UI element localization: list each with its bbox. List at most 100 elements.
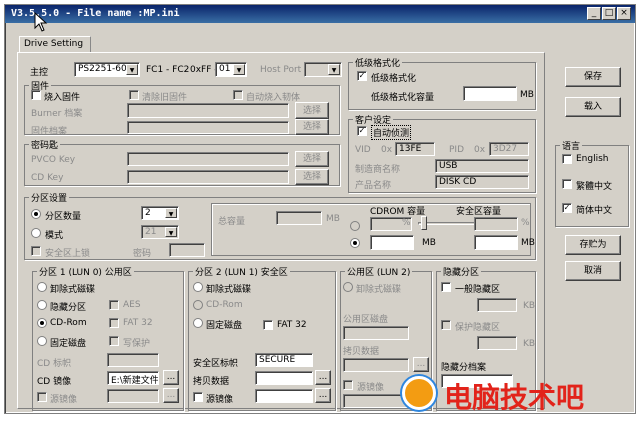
mode-select[interactable]: 21 ▼	[141, 225, 179, 239]
pub-removable-radio[interactable]	[343, 282, 353, 292]
pub-copy-data-field[interactable]	[343, 358, 409, 372]
partition-count-radio[interactable]	[31, 209, 41, 219]
burn-firmware-label: 烧入固件	[44, 93, 81, 103]
close-button[interactable]: ×	[617, 7, 631, 20]
vendor-field[interactable]: USB	[435, 159, 529, 173]
p1-source-image-browse-button[interactable]: ...	[163, 388, 179, 403]
p2-source-image-label: 源镜像	[206, 395, 234, 405]
p2-source-image-field[interactable]	[255, 389, 313, 403]
secure-mb-field[interactable]	[474, 235, 518, 250]
p2-cdrom-radio[interactable]	[193, 300, 203, 310]
tab-drive-setting[interactable]: Drive Setting	[19, 36, 91, 53]
burn-firmware-checkbox[interactable]	[31, 90, 41, 100]
p2-fat32-checkbox[interactable]	[263, 320, 273, 330]
save-button[interactable]: 保存	[565, 67, 621, 87]
protect-hidden-label: 保护隐藏区	[455, 323, 501, 333]
pvco-key-field[interactable]	[127, 152, 289, 166]
p1-write-protect-checkbox[interactable]	[109, 336, 119, 346]
maximize-button[interactable]: □	[602, 7, 616, 20]
p2-fixed-radio[interactable]	[193, 318, 203, 328]
partition2-group: 分区 2 (LUN 1) 安全区 卸除式磁碟 CD-Rom 固定磁盘 FAT 3…	[188, 265, 336, 411]
mode-label: 模式	[45, 231, 64, 241]
pid-field[interactable]: 3D27	[489, 142, 529, 156]
pub-disk-field[interactable]	[343, 326, 409, 340]
partition1-group: 分区 1 (LUN 0) 公用区 卸除式磁碟 隐藏分区 AES CD-Rom F…	[32, 265, 184, 411]
cdrom-capacity-label: CDROM 容量	[370, 207, 426, 217]
p1-fat32-label: FAT 32	[123, 318, 153, 328]
total-capacity-field[interactable]	[276, 211, 322, 225]
clear-firmware-checkbox[interactable]	[129, 90, 139, 100]
p1-fixed-label: 固定磁盘	[50, 339, 87, 349]
p1-source-image-checkbox[interactable]	[37, 392, 47, 402]
pub-source-image-label: 源镜像	[357, 383, 385, 393]
secure-lock-checkbox[interactable]	[31, 246, 41, 256]
host-port-select[interactable]: ▼	[304, 62, 342, 77]
p2-secure-label-field[interactable]: SECURE	[255, 353, 313, 367]
fc-select[interactable]: 01 ▼	[215, 62, 247, 77]
pvco-browse-button[interactable]: 选择	[295, 151, 329, 167]
p1-source-image-field[interactable]	[107, 389, 159, 403]
p1-removable-radio[interactable]	[37, 282, 47, 292]
english-label: English	[576, 154, 609, 164]
main-window: V3.5.5.0 - File name :MP.ini _ □ × Drive…	[4, 4, 636, 414]
capacity-slider-thumb[interactable]	[421, 216, 427, 230]
normal-hidden-size-field[interactable]	[477, 298, 517, 312]
p1-hidden-label: 隐藏分区	[50, 303, 87, 313]
auto-detect-checkbox[interactable]: ✓	[357, 126, 367, 136]
p1-cd-image-browse-button[interactable]: ...	[163, 370, 179, 385]
pub-source-image-checkbox[interactable]	[343, 380, 353, 390]
burner-browse-button[interactable]: 选择	[295, 102, 329, 119]
cd-key-field[interactable]	[127, 170, 289, 184]
controller-select[interactable]: PS2251-60 ▼	[74, 62, 140, 77]
pub-copy-data-browse-button[interactable]: ...	[413, 357, 429, 372]
vid-prefix: 0x	[381, 145, 393, 155]
percent-radio[interactable]	[350, 221, 360, 231]
low-format-checkbox[interactable]: ✓	[357, 71, 367, 81]
password-label: 密码	[133, 249, 152, 259]
protect-hidden-size-field[interactable]	[477, 336, 517, 350]
save-as-button[interactable]: 存贮为	[565, 235, 621, 255]
watermark: 电脑技术吧	[400, 372, 636, 416]
p1-hidden-radio[interactable]	[37, 300, 47, 310]
p2-source-image-browse-button[interactable]: ...	[315, 388, 331, 403]
firmware-browse-button[interactable]: 选择	[295, 119, 329, 135]
secure-percent-field[interactable]	[474, 217, 518, 231]
product-field[interactable]: DISK CD	[435, 175, 529, 189]
vid-field[interactable]: 13FE	[395, 142, 435, 156]
load-button[interactable]: 载入	[565, 97, 621, 117]
p1-fat32-checkbox[interactable]	[109, 318, 119, 328]
p1-aes-checkbox[interactable]	[109, 300, 119, 310]
burner-file-label: Burner 档案	[31, 109, 83, 119]
mb-radio[interactable]	[350, 238, 360, 248]
auto-burn-checkbox[interactable]	[233, 90, 243, 100]
p1-cd-label-field[interactable]	[107, 353, 159, 367]
pub-removable-label: 卸除式磁碟	[356, 285, 402, 295]
p2-copy-data-label: 拷贝数据	[193, 377, 230, 387]
cd-browse-button[interactable]: 选择	[295, 169, 329, 185]
p1-fixed-radio[interactable]	[37, 336, 47, 346]
p2-source-image-checkbox[interactable]	[193, 392, 203, 402]
p1-cd-image-field[interactable]: E:\新建文件夹	[107, 371, 159, 385]
p2-copy-data-field[interactable]	[255, 371, 313, 385]
traditional-chinese-checkbox[interactable]	[562, 179, 572, 189]
cancel-button[interactable]: 取消	[565, 261, 621, 281]
partition-count-select[interactable]: 2 ▼	[141, 206, 179, 220]
p1-cdrom-radio[interactable]	[37, 318, 47, 328]
minimize-button[interactable]: _	[587, 7, 601, 20]
low-format-capacity-field[interactable]	[463, 86, 517, 101]
cdrom-mb-field[interactable]	[370, 235, 414, 250]
auto-detect-label: 自动侦测	[371, 125, 412, 140]
lock-password-field[interactable]	[169, 243, 205, 257]
burner-file-field[interactable]	[127, 103, 289, 118]
vendor-label: 制造商名称	[355, 165, 401, 175]
english-checkbox[interactable]	[562, 154, 572, 164]
mode-radio[interactable]	[31, 228, 41, 238]
normal-hidden-checkbox[interactable]	[441, 282, 451, 292]
secure-percent-unit: %	[521, 218, 530, 228]
p2-removable-radio[interactable]	[193, 282, 203, 292]
controller-label: 主控	[30, 68, 49, 78]
simplified-chinese-checkbox[interactable]: ✓	[562, 203, 572, 213]
p2-copy-data-browse-button[interactable]: ...	[315, 370, 331, 385]
protect-hidden-checkbox[interactable]	[441, 320, 451, 330]
firmware-file-field[interactable]	[127, 121, 289, 134]
